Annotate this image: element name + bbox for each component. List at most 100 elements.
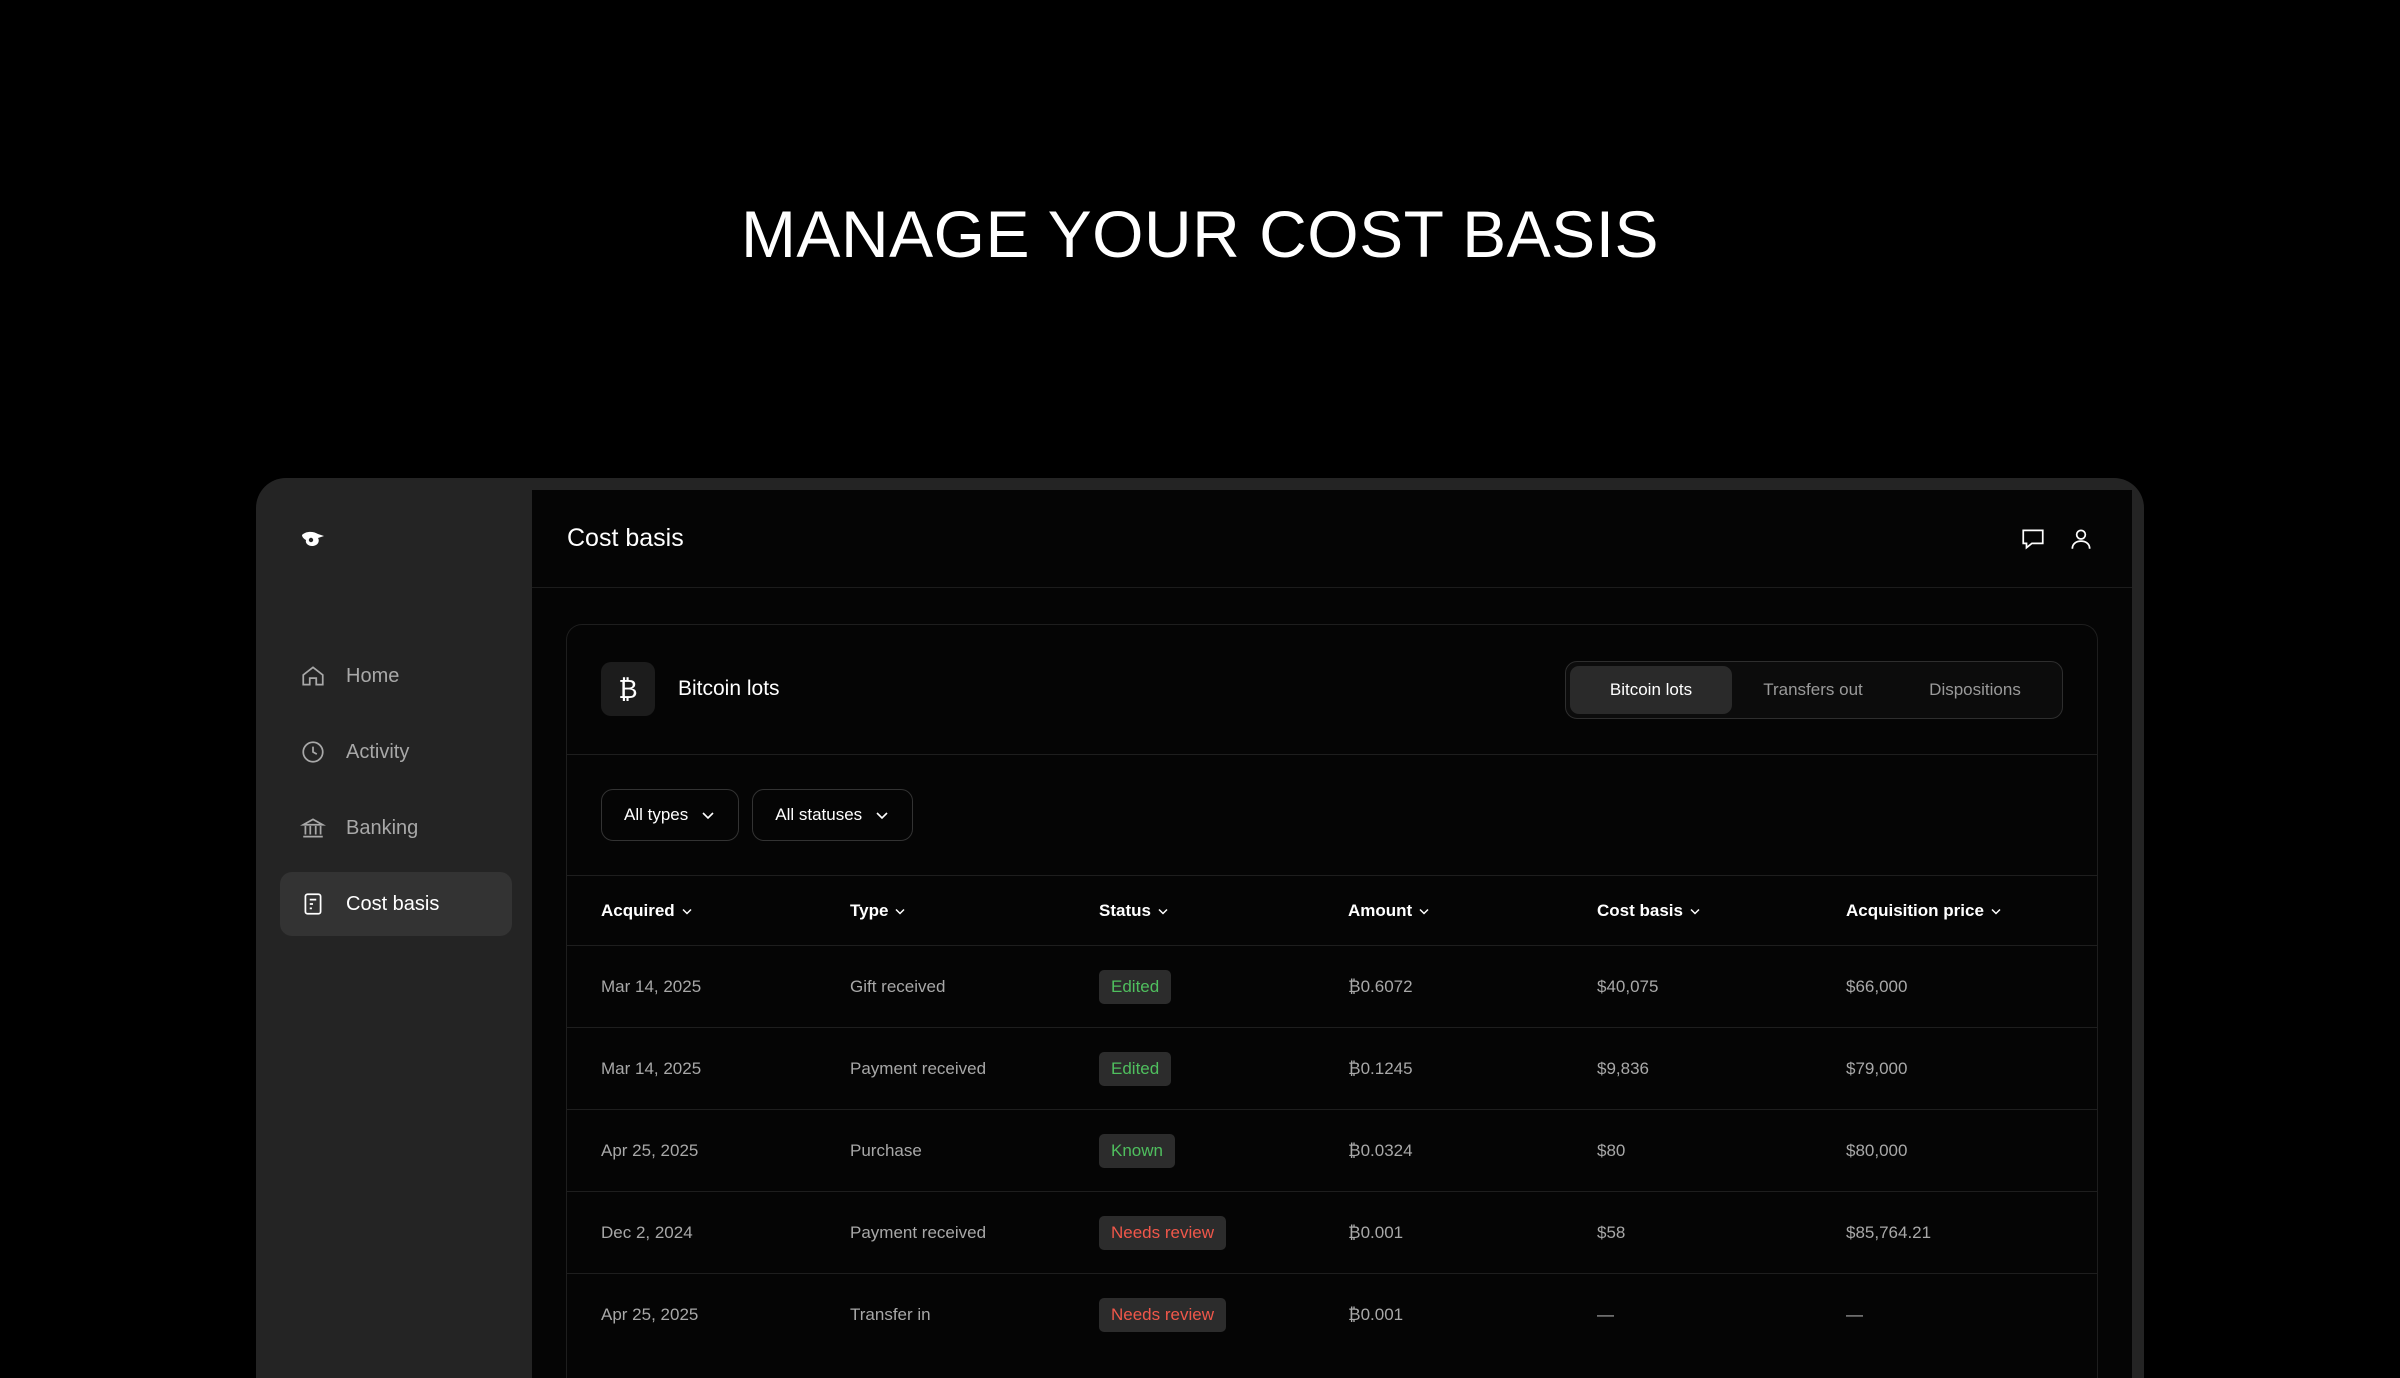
chevron-down-icon (1419, 908, 1429, 915)
cell-text: $80,000 (1846, 1140, 1908, 1160)
cell-text: ₿0.001 (1348, 1304, 1404, 1324)
cell-acquired: Mar 14, 2025 (601, 977, 850, 997)
chat-icon[interactable] (2020, 526, 2046, 552)
cell-amount: ₿0.001 (1348, 1305, 1597, 1325)
type-filter-dropdown[interactable]: All types (601, 789, 740, 841)
filter-label: All types (624, 805, 689, 824)
cell-text: ₿0.6072 (1348, 976, 1413, 996)
cell-text: ₿0.0324 (1348, 1140, 1413, 1160)
cell-text: Mar 14, 2025 (601, 1058, 702, 1078)
chevron-down-icon (1690, 908, 1700, 915)
clock-icon (300, 739, 326, 765)
sidebar-item-label: Banking (346, 816, 419, 839)
top-bar: Cost basis (532, 490, 2132, 588)
cell-text: Payment received (850, 1222, 987, 1242)
status-badge: Edited (1099, 969, 1172, 1004)
cell-text: Apr 25, 2025 (601, 1304, 699, 1324)
cell-amount: ₿0.001 (1348, 1223, 1597, 1243)
status-badge: Needs review (1099, 1215, 1226, 1250)
sidebar-item-home[interactable]: Home (280, 644, 512, 708)
sidebar-item-banking[interactable]: Banking (280, 796, 512, 860)
column-header-label: Acquisition price (1846, 900, 1984, 920)
cell-type: Purchase (850, 1141, 1099, 1161)
table-row[interactable]: Apr 25, 2025 Transfer in Needs review ₿0.00… (567, 1273, 2097, 1355)
cell-amount: ₿0.0324 (1348, 1141, 1597, 1161)
cell-type: Transfer in (850, 1305, 1099, 1325)
lots-table: Acquired Type Status Amount Cost basis Acquis… (567, 875, 2097, 1355)
cell-text: $58 (1597, 1222, 1626, 1242)
cell-acquired: Mar 14, 2025 (601, 1059, 850, 1079)
cell-cost-basis: — (1597, 1305, 1846, 1325)
tab-dispositions[interactable]: Dispositions (1894, 666, 2056, 714)
status-badge: Needs review (1099, 1297, 1226, 1332)
page-title: Cost basis (567, 524, 684, 552)
home-icon (300, 663, 326, 689)
cell-type: Payment received (850, 1223, 1099, 1243)
document-icon (300, 891, 326, 917)
page-headline: MANAGE YOUR COST BASIS (740, 197, 1660, 271)
sidebar: Home Activity Banking Cost basis (256, 478, 532, 1378)
table-row[interactable]: Apr 25, 2025 Purchase Known ₿0.0324 $80 $80,0… (567, 1109, 2097, 1191)
cell-text: — (1846, 1304, 1863, 1324)
column-header-sort[interactable]: Acquired (601, 901, 850, 921)
cell-status: Edited (1099, 1051, 1348, 1086)
cell-amount: ₿0.6072 (1348, 977, 1597, 997)
chevron-down-icon (682, 908, 692, 915)
chevron-down-icon (1158, 908, 1168, 915)
cell-text: $79,000 (1846, 1058, 1908, 1078)
table-header-row: Acquired Type Status Amount Cost basis Acquis… (567, 875, 2097, 945)
cell-acquired: Dec 2, 2024 (601, 1223, 850, 1243)
cell-text: ₿0.1245 (1348, 1058, 1413, 1078)
cell-text: $85,764.21 (1846, 1222, 1932, 1242)
column-header-sort[interactable]: Cost basis (1597, 901, 1846, 921)
column-header-sort[interactable]: Amount (1348, 901, 1597, 921)
card-header: ₿ Bitcoin lots Bitcoin lots Transfers ou… (567, 625, 2097, 755)
cell-cost-basis: $80 (1597, 1141, 1846, 1161)
column-header-sort[interactable]: Status (1099, 901, 1348, 921)
column-header-sort[interactable]: Type (850, 901, 1099, 921)
cell-text: Dec 2, 2024 (601, 1222, 693, 1242)
cell-status: Needs review (1099, 1297, 1348, 1332)
bank-icon (300, 815, 326, 841)
cell-text: Purchase (850, 1140, 922, 1160)
cell-price: $79,000 (1846, 1059, 2095, 1079)
card-title: Bitcoin lots (678, 677, 780, 700)
tab-transfers-out[interactable]: Transfers out (1732, 666, 1894, 714)
cell-text: Mar 14, 2025 (601, 976, 702, 996)
column-header-label: Acquired (601, 900, 675, 920)
cell-text: Transfer in (850, 1304, 931, 1324)
cell-cost-basis: $40,075 (1597, 977, 1846, 997)
cell-text: Gift received (850, 976, 946, 996)
status-badge: Edited (1099, 1051, 1172, 1086)
column-header-label: Type (850, 900, 889, 920)
brand-logo-icon[interactable] (300, 528, 326, 550)
cell-status: Needs review (1099, 1215, 1348, 1250)
cell-amount: ₿0.1245 (1348, 1059, 1597, 1079)
sidebar-item-label: Activity (346, 740, 410, 763)
cell-text: $9,836 (1597, 1058, 1649, 1078)
cell-type: Payment received (850, 1059, 1099, 1079)
cell-status: Known (1099, 1133, 1348, 1168)
cell-text: Payment received (850, 1058, 987, 1078)
sidebar-item-activity[interactable]: Activity (280, 720, 512, 784)
tab-bitcoin-lots[interactable]: Bitcoin lots (1570, 666, 1732, 714)
user-icon[interactable] (2068, 526, 2094, 552)
column-header-label: Amount (1348, 900, 1413, 920)
main-content: Cost basis ₿ Bitcoin lots Bitcoin lots T… (532, 490, 2132, 1378)
sidebar-item-cost-basis[interactable]: Cost basis (280, 872, 512, 936)
table-row[interactable]: Dec 2, 2024 Payment received Needs review ₿… (567, 1191, 2097, 1273)
table-row[interactable]: Mar 14, 2025 Payment received Edited ₿0.124… (567, 1027, 2097, 1109)
app-window: Home Activity Banking Cost basis Cost ba… (256, 478, 2144, 1378)
cell-text: $40,075 (1597, 976, 1659, 996)
table-row[interactable]: Mar 14, 2025 Gift received Edited ₿0.6072 $4… (567, 945, 2097, 1027)
column-header-sort[interactable]: Acquisition price (1846, 901, 2095, 921)
status-badge: Known (1099, 1133, 1175, 1168)
cell-acquired: Apr 25, 2025 (601, 1305, 850, 1325)
cell-price: — (1846, 1305, 2095, 1325)
sidebar-nav: Home Activity Banking Cost basis (280, 644, 512, 948)
cell-text: — (1597, 1304, 1614, 1324)
cell-cost-basis: $58 (1597, 1223, 1846, 1243)
filter-bar: All types All statuses (601, 789, 914, 841)
status-filter-dropdown[interactable]: All statuses (752, 789, 914, 841)
cell-status: Edited (1099, 969, 1348, 1004)
